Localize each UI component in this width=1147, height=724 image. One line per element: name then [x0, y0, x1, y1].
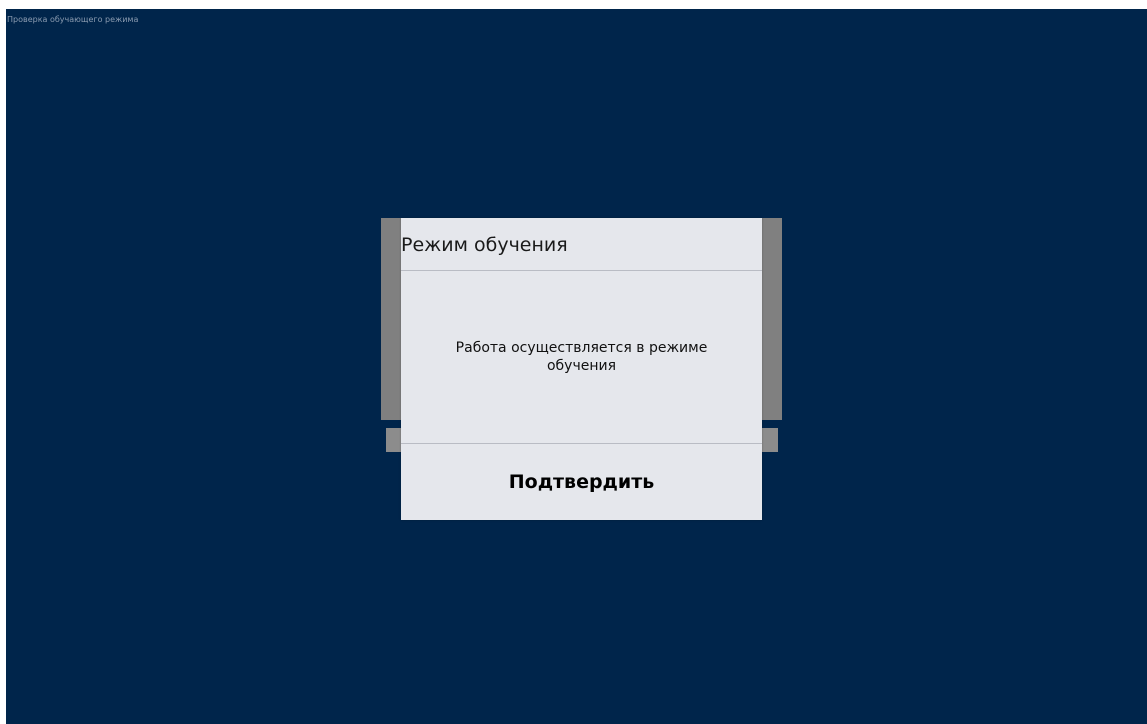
dialog-header: Режим обучения	[401, 218, 762, 271]
dialog-message: Работа осуществляется в режиме обучения	[455, 340, 708, 374]
window-title: Проверка обучающего режима	[7, 15, 139, 24]
dialog-body: Работа осуществляется в режиме обучения	[401, 271, 762, 444]
confirm-button[interactable]: Подтвердить	[401, 444, 762, 520]
dialog-title: Режим обучения	[401, 234, 568, 256]
training-mode-dialog: Режим обучения Работа осуществляется в р…	[401, 218, 762, 520]
app-window: Проверка обучающего режима Режим обучени…	[6, 9, 1147, 724]
confirm-button-label: Подтвердить	[508, 471, 655, 493]
